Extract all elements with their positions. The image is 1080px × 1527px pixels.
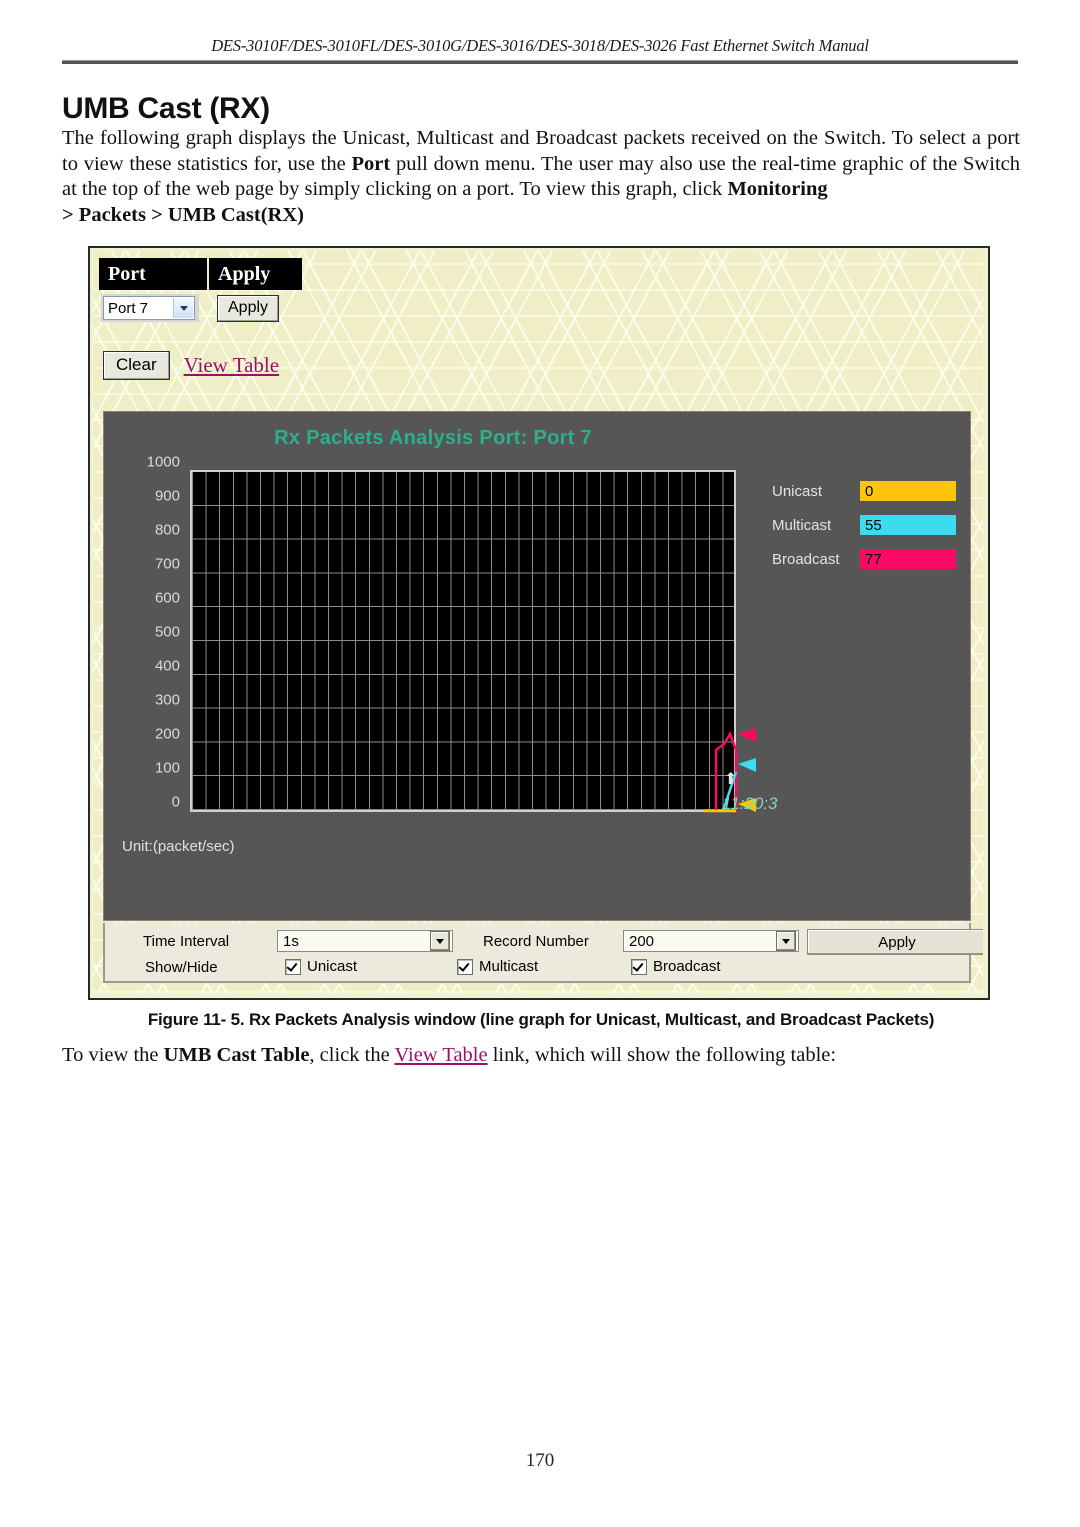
graph-timestamp: 11:20:3 — [722, 794, 778, 813]
checkbox-icon[interactable] — [631, 958, 647, 975]
checkbox-label-unicast: Unicast — [307, 958, 358, 975]
clear-button[interactable]: Clear — [103, 351, 170, 380]
trailing-text-a: To view the — [62, 1044, 164, 1066]
graph-panel: Rx Packets Analysis Port: Port 7 1000 90… — [103, 411, 971, 921]
legend-row-multicast: Multicast 55 — [772, 508, 956, 542]
page-number: 170 — [525, 1450, 555, 1471]
trailing-bold-umb-cast-table: UMB Cast Table — [163, 1044, 310, 1066]
show-hide-label: Show/Hide — [145, 959, 218, 976]
figure-caption: Figure 11- 5. Rx Packets Analysis window… — [147, 1010, 935, 1029]
legend-value-multicast: 55 — [860, 515, 956, 535]
legend-row-unicast: Unicast 0 — [772, 474, 956, 508]
intro-paragraph: The following graph displays the Unicast… — [62, 126, 1020, 228]
graph-unit-label: Unit:(packet/sec) — [122, 838, 235, 855]
chevron-down-icon[interactable] — [173, 298, 193, 318]
intro-line-2b: pull down menu. The user may also use th… — [390, 152, 904, 175]
series-marker-broadcast — [738, 728, 756, 742]
legend-label-multicast: Multicast — [772, 516, 832, 534]
web-ui-body: Port Apply Port 7 Apply Clear View Table… — [93, 251, 983, 993]
running-header: DES-3010F/DES-3010FL/DES-3010G/DES-3016/… — [211, 36, 869, 55]
toolbar-row-1: Time Interval 1s Record Number 200 Apply — [105, 928, 983, 958]
port-controls-row: Port 7 Apply — [101, 294, 280, 322]
trailing-text-c: link, which will show the following tabl… — [487, 1044, 837, 1066]
graph-options-toolbar: Time Interval 1s Record Number 200 Apply… — [103, 923, 983, 986]
chevron-down-icon[interactable] — [430, 931, 450, 951]
port-apply-header-table: Port Apply — [99, 258, 302, 290]
record-number-label: Record Number — [483, 933, 589, 950]
toolbar-row-2: Show/Hide Unicast Multicast Broadcast — [105, 956, 969, 986]
port-select[interactable]: Port 7 — [103, 296, 195, 320]
clear-viewtable-row: Clear View Table — [103, 351, 279, 380]
legend-label-unicast: Unicast — [772, 482, 823, 500]
screenshot-frame: Port Apply Port 7 Apply Clear View Table… — [88, 246, 990, 1000]
page-title: UMB Cast (RX) — [62, 92, 270, 126]
intro-port-bold: Port — [351, 152, 391, 175]
trailing-text-b: , click the — [309, 1044, 395, 1066]
trailing-paragraph: To view the UMB Cast Table, click the Vi… — [62, 1042, 1020, 1068]
time-interval-select[interactable]: 1s — [277, 930, 453, 952]
trailing-view-table-link[interactable]: View Table — [394, 1044, 487, 1066]
checkbox-broadcast[interactable]: Broadcast — [631, 958, 721, 975]
checkbox-unicast[interactable]: Unicast — [285, 958, 357, 975]
time-interval-value: 1s — [283, 932, 299, 950]
apply-button[interactable]: Apply — [217, 294, 280, 322]
legend-row-broadcast: Broadcast 77 — [772, 542, 956, 576]
chevron-down-icon[interactable] — [776, 931, 796, 951]
checkbox-multicast[interactable]: Multicast — [457, 958, 538, 975]
graph-legend: Unicast 0 Multicast 55 Broadcast 77 — [772, 474, 956, 576]
column-header-port: Port — [99, 258, 209, 290]
intro-breadcrumb-path: > Packets > UMB Cast(RX) — [62, 203, 304, 226]
series-marker-multicast — [738, 758, 756, 772]
intro-monitoring-bold: Monitoring — [727, 178, 828, 200]
view-table-link[interactable]: View Table — [184, 353, 279, 378]
time-interval-label: Time Interval — [143, 933, 230, 950]
checkbox-label-broadcast: Broadcast — [653, 958, 721, 975]
record-number-value: 200 — [629, 932, 655, 950]
header-divider — [62, 60, 1018, 64]
port-select-wrapper: Port 7 — [101, 294, 199, 322]
up-arrow-icon: ⬆ — [724, 771, 738, 788]
checkbox-label-multicast: Multicast — [479, 958, 539, 975]
legend-value-broadcast: 77 — [860, 549, 956, 569]
checkbox-icon[interactable] — [457, 958, 473, 975]
column-header-apply: Apply — [209, 258, 301, 290]
legend-value-unicast: 0 — [860, 481, 956, 501]
checkbox-icon[interactable] — [285, 958, 301, 975]
legend-label-broadcast: Broadcast — [772, 550, 840, 568]
record-number-select[interactable]: 200 — [623, 930, 799, 952]
port-select-value: Port 7 — [108, 299, 149, 317]
toolbar-apply-button[interactable]: Apply — [807, 929, 983, 955]
intro-line-1: The following graph displays the Unicast… — [62, 127, 966, 149]
